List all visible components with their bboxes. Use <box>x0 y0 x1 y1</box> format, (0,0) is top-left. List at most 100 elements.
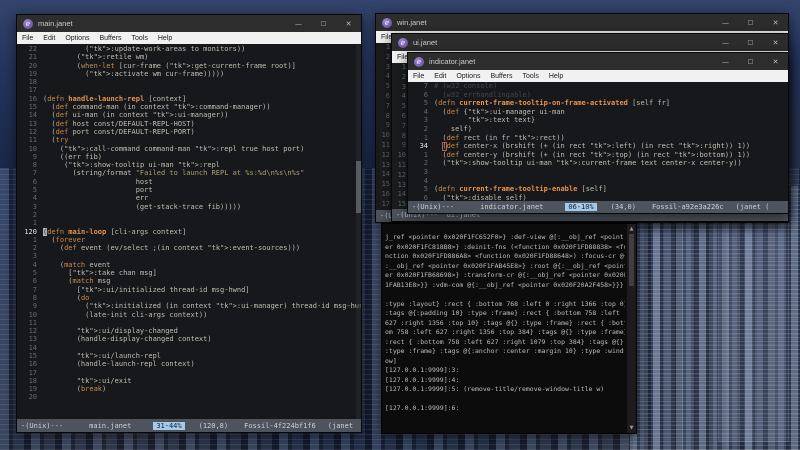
code-line[interactable]: 4 <box>408 177 788 186</box>
code-line[interactable]: 20 (when-let [cur-frame ("tk">:get-curre… <box>17 62 361 70</box>
code-line[interactable]: 8 ("tk">:show-tooltip ui-man "tk">:repl <box>17 161 361 169</box>
maximize-button[interactable]: □ <box>738 53 763 70</box>
close-button[interactable]: ✕ <box>336 15 361 32</box>
code-line[interactable]: 14 (def ui-man (in context "tk">:ui-mana… <box>17 111 361 119</box>
terminal-output[interactable]: j_ref <pointer 0x020F1FC652F0>} :def-vie… <box>385 233 625 431</box>
code-line[interactable]: 4 (match event <box>17 261 361 269</box>
code-line[interactable]: 16 (defn handle-launch-repl [context] <box>17 95 361 103</box>
code-line[interactable]: 10 (late-init cli-args context)) <box>17 311 361 319</box>
close-button[interactable]: ✕ <box>763 14 788 31</box>
editor-buffer[interactable]: 7 # (w32_console) 6 (w32_errhandlingable… <box>408 82 788 201</box>
minimize-button[interactable]: — <box>713 14 738 31</box>
code-line[interactable]: 19 (break) <box>17 385 361 393</box>
menu-item[interactable]: Edit <box>38 35 60 42</box>
menu-item[interactable]: Tools <box>518 73 544 80</box>
menu-item[interactable]: Help <box>544 73 568 80</box>
code-line[interactable]: 7 # (w32_console) <box>408 82 788 91</box>
terminal-scrollbar[interactable]: ▲ ▼ <box>627 224 636 433</box>
code-line[interactable]: 13 (handle-display-changed context) <box>17 335 361 343</box>
code-line[interactable]: 15 (def command-man (in context "tk">:co… <box>17 103 361 111</box>
code-line[interactable]: 5 ["tk">:take chan msg] <box>17 269 361 277</box>
maximize-button[interactable]: □ <box>738 34 763 51</box>
code-line[interactable]: 3 (get-stack-trace fib))))) <box>17 203 361 211</box>
code-line[interactable]: 15 "tk">:ui/launch-repl <box>17 352 361 360</box>
title-bar[interactable]: e ui.janet — □ ✕ <box>392 34 788 51</box>
code-line[interactable]: 1 (def center-y (brshift (+ (in rect "tk… <box>408 151 788 160</box>
title-bar[interactable]: e main.janet — □ ✕ <box>17 15 361 32</box>
code-line[interactable]: 9 ("tk">:initialized (in context "tk">:u… <box>17 302 361 310</box>
code-line[interactable]: 2 ("tk">:show-tooltip ui-man "tk">:curre… <box>408 159 788 168</box>
editor-scrollbar[interactable] <box>356 45 361 419</box>
minimize-button[interactable]: — <box>713 34 738 51</box>
maximize-button[interactable]: □ <box>311 15 336 32</box>
code-line[interactable]: 17 <box>17 369 361 377</box>
modeline-buffer-name: main.janet <box>89 421 132 430</box>
code-line[interactable]: 120 (defn main-loop [cli-args context]( <box>17 227 361 236</box>
code-line[interactable]: 1 (forever <box>17 236 361 244</box>
title-bar[interactable]: e win.janet — □ ✕ <box>376 14 788 31</box>
code-line[interactable]: 5 (defn current-frame-tooltip-on-frame-a… <box>408 99 788 108</box>
menu-item[interactable]: Options <box>451 73 485 80</box>
minimize-button[interactable]: — <box>286 15 311 32</box>
code-line[interactable]: 13 (def host const/DEFAULT-REPL-HOST) <box>17 120 361 128</box>
menu-item[interactable]: Buffers <box>485 73 517 80</box>
window-main-janet[interactable]: e main.janet — □ ✕ File Edit Options Buffer… <box>16 14 362 433</box>
line-number: 7 <box>423 82 428 90</box>
code-line[interactable]: 16 (handle-launch-repl context) <box>17 360 361 368</box>
code-line[interactable]: 2 <box>17 211 361 219</box>
code-line[interactable]: 22 ("tk">:update-work-areas to monitors)… <box>17 45 361 53</box>
code-line[interactable]: 11 (try <box>17 136 361 144</box>
terminal-window[interactable]: j_ref <pointer 0x020F1FC652F0>} :def-vie… <box>381 223 637 434</box>
code-line[interactable]: 4 err <box>17 194 361 202</box>
code-line[interactable]: 6 ("tk">:disable self) <box>408 194 788 201</box>
code-line[interactable]: 10 ("tk">:call-command command-man "tk">… <box>17 145 361 153</box>
close-button[interactable]: ✕ <box>763 53 788 70</box>
code-line[interactable]: 17 <box>17 86 361 94</box>
code-line[interactable]: 1 (def rect (in fr "tk">:rect)) <box>408 134 788 143</box>
code-line[interactable]: 5 port <box>17 186 361 194</box>
code-line[interactable]: 1 <box>17 219 361 227</box>
menu-item[interactable]: File <box>17 35 38 42</box>
scrollbar-thumb[interactable] <box>629 234 634 286</box>
code-line[interactable]: 12 "tk">:ui/display-changed <box>17 327 361 335</box>
code-line[interactable]: 12 (def port const/DEFAULT-REPL-PORT) <box>17 128 361 136</box>
code-line[interactable]: 2 (def event (ev/select ;(in context "tk… <box>17 244 361 252</box>
code-line[interactable]: 18 <box>17 78 361 86</box>
code-line[interactable]: 19 ("tk">:activate wm cur-frame))))) <box>17 70 361 78</box>
menu-item[interactable]: File <box>408 73 429 80</box>
menu-item[interactable]: Options <box>60 35 94 42</box>
code-line[interactable]: 7 ["tk">:ui/initialized thread-id msg-hw… <box>17 286 361 294</box>
title-bar[interactable]: e indicator.janet — □ ✕ <box>408 53 788 70</box>
code-line[interactable]: 20 <box>17 393 361 401</box>
code-line[interactable]: 34 (def center-x (brshift (+ (in rect "t… <box>408 142 788 151</box>
code-line[interactable]: 3 <box>17 252 361 260</box>
maximize-button[interactable]: □ <box>738 14 763 31</box>
close-button[interactable]: ✕ <box>763 34 788 51</box>
code-line[interactable]: 8 (do <box>17 294 361 302</box>
code-line[interactable]: 7 (string/format "Failed to launch REPL … <box>17 169 361 177</box>
code-line[interactable]: 6 (match msg <box>17 277 361 285</box>
code-line[interactable]: 6 host <box>17 178 361 186</box>
scroll-up-icon[interactable]: ▲ <box>627 225 636 233</box>
code-line[interactable]: 18 "tk">:ui/exit <box>17 377 361 385</box>
code-line[interactable]: 9 ((err fib) <box>17 153 361 161</box>
code-line[interactable]: 2 self) <box>408 125 788 134</box>
code-line[interactable]: 21 ("tk">:retile wm) <box>17 53 361 61</box>
code-line[interactable]: 3 "tk">:text text} <box>408 116 788 125</box>
editor-buffer[interactable]: 22 ("tk">:update-work-areas to monitors)… <box>17 45 361 419</box>
menu-item[interactable]: Edit <box>429 73 451 80</box>
code-line[interactable]: 14 <box>17 344 361 352</box>
menu-item[interactable]: Buffers <box>94 35 126 42</box>
code-line[interactable]: 3 <box>408 168 788 177</box>
window-indicator-janet[interactable]: e indicator.janet — □ ✕ File Edit Options B… <box>407 52 789 214</box>
menu-item[interactable]: Help <box>153 35 177 42</box>
scrollbar-thumb[interactable] <box>356 160 361 214</box>
code-line[interactable]: 4 (def {"tk">:ui-manager ui-man <box>408 108 788 117</box>
code-line[interactable]: 5 (defn current-frame-tooltip-enable [se… <box>408 185 788 194</box>
minimize-button[interactable]: — <box>713 53 738 70</box>
menu-item[interactable]: Tools <box>127 35 153 42</box>
scroll-down-icon[interactable]: ▼ <box>627 424 636 432</box>
terminal-line: [127.0.0.1:9999]:3: <box>385 366 460 374</box>
code-line[interactable]: 11 <box>17 319 361 327</box>
code-line[interactable]: 6 (w32_errhandlingable) <box>408 91 788 100</box>
